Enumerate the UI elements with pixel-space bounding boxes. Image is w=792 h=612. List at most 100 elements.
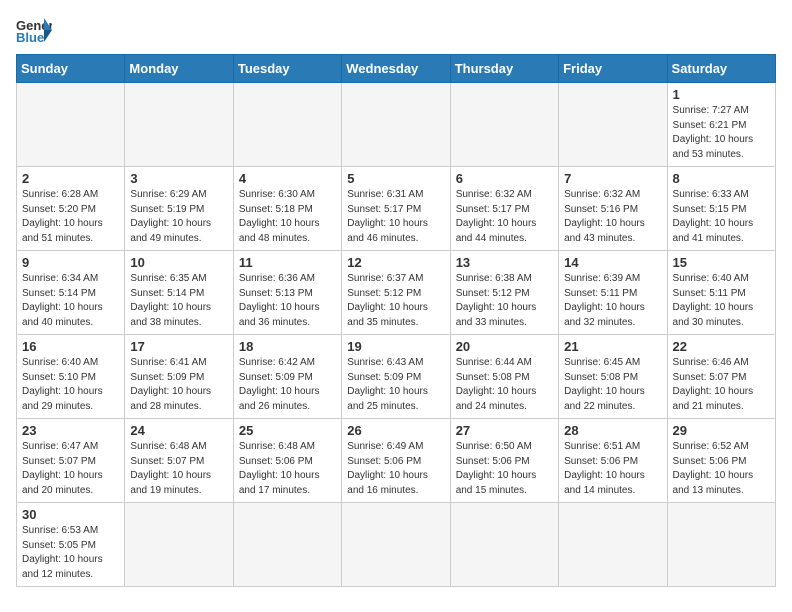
calendar-day-cell: 30 Sunrise: 6:53 AM Sunset: 5:05 PM Dayli… xyxy=(17,503,125,587)
day-number: 25 xyxy=(239,423,336,438)
day-number: 22 xyxy=(673,339,770,354)
day-info: Sunrise: 6:45 AM Sunset: 5:08 PM Dayligh… xyxy=(564,356,661,414)
day-info: Sunrise: 6:32 AM Sunset: 5:16 PM Dayligh… xyxy=(564,188,661,246)
day-info: Sunrise: 6:52 AM Sunset: 5:06 PM Dayligh… xyxy=(673,440,770,498)
day-number: 10 xyxy=(130,255,227,270)
calendar-week-row: 2Sunrise: 6:28 AM Sunset: 5:20 PM Daylig… xyxy=(17,167,776,251)
day-info: Sunrise: 6:33 AM Sunset: 5:15 PM Dayligh… xyxy=(673,188,770,246)
calendar-day-cell: 15 Sunrise: 6:40 AM Sunset: 5:11 PM Dayli… xyxy=(667,251,775,335)
weekday-header-thursday: Thursday xyxy=(450,55,558,83)
day-info: Sunrise: 6:31 AM Sunset: 5:17 PM Dayligh… xyxy=(347,188,444,246)
calendar-day-cell: 28 Sunrise: 6:51 AM Sunset: 5:06 PM Dayli… xyxy=(559,419,667,503)
day-info: Sunrise: 6:34 AM Sunset: 5:14 PM Dayligh… xyxy=(22,272,119,330)
day-number: 28 xyxy=(564,423,661,438)
day-number: 6 xyxy=(456,171,553,186)
calendar-day-cell: 12 Sunrise: 6:37 AM Sunset: 5:12 PM Dayli… xyxy=(342,251,450,335)
calendar-day-cell: 25 Sunrise: 6:48 AM Sunset: 5:06 PM Dayli… xyxy=(233,419,341,503)
day-number: 3 xyxy=(130,171,227,186)
day-number: 12 xyxy=(347,255,444,270)
calendar-day-cell: 6Sunrise: 6:32 AM Sunset: 5:17 PM Daylig… xyxy=(450,167,558,251)
calendar-day-cell: 4 Sunrise: 6:30 AM Sunset: 5:18 PM Daylig… xyxy=(233,167,341,251)
calendar-day-cell: 14 Sunrise: 6:39 AM Sunset: 5:11 PM Dayli… xyxy=(559,251,667,335)
day-info: Sunrise: 6:40 AM Sunset: 5:11 PM Dayligh… xyxy=(673,272,770,330)
day-number: 15 xyxy=(673,255,770,270)
calendar-day-cell: 18 Sunrise: 6:42 AM Sunset: 5:09 PM Dayli… xyxy=(233,335,341,419)
weekday-header-tuesday: Tuesday xyxy=(233,55,341,83)
calendar-day-cell: 21 Sunrise: 6:45 AM Sunset: 5:08 PM Dayli… xyxy=(559,335,667,419)
page-header: General Blue xyxy=(16,16,776,44)
calendar-day-cell: 29 Sunrise: 6:52 AM Sunset: 5:06 PM Dayli… xyxy=(667,419,775,503)
day-info: Sunrise: 6:51 AM Sunset: 5:06 PM Dayligh… xyxy=(564,440,661,498)
logo: General Blue xyxy=(16,16,52,44)
calendar-day-cell: 10 Sunrise: 6:35 AM Sunset: 5:14 PM Dayli… xyxy=(125,251,233,335)
calendar-day-cell: 5Sunrise: 6:31 AM Sunset: 5:17 PM Daylig… xyxy=(342,167,450,251)
weekday-header-row: SundayMondayTuesdayWednesdayThursdayFrid… xyxy=(17,55,776,83)
day-number: 13 xyxy=(456,255,553,270)
calendar-week-row: 23Sunrise: 6:47 AM Sunset: 5:07 PM Dayli… xyxy=(17,419,776,503)
calendar-day-cell: 3 Sunrise: 6:29 AM Sunset: 5:19 PM Daylig… xyxy=(125,167,233,251)
svg-text:Blue: Blue xyxy=(16,30,44,44)
day-info: Sunrise: 6:48 AM Sunset: 5:07 PM Dayligh… xyxy=(130,440,227,498)
weekday-header-monday: Monday xyxy=(125,55,233,83)
calendar-day-cell: 1 Sunrise: 7:27 AM Sunset: 6:21 PM Daylig… xyxy=(667,83,775,167)
calendar-day-cell: 22Sunrise: 6:46 AM Sunset: 5:07 PM Dayli… xyxy=(667,335,775,419)
day-info: Sunrise: 6:36 AM Sunset: 5:13 PM Dayligh… xyxy=(239,272,336,330)
day-number: 1 xyxy=(673,87,770,102)
day-info: Sunrise: 6:37 AM Sunset: 5:12 PM Dayligh… xyxy=(347,272,444,330)
day-info: Sunrise: 6:47 AM Sunset: 5:07 PM Dayligh… xyxy=(22,440,119,498)
calendar-day-cell: 13 Sunrise: 6:38 AM Sunset: 5:12 PM Dayli… xyxy=(450,251,558,335)
calendar-day-cell xyxy=(125,83,233,167)
day-info: Sunrise: 6:41 AM Sunset: 5:09 PM Dayligh… xyxy=(130,356,227,414)
day-number: 9 xyxy=(22,255,119,270)
day-number: 24 xyxy=(130,423,227,438)
calendar-day-cell xyxy=(559,503,667,587)
day-number: 30 xyxy=(22,507,119,522)
day-number: 14 xyxy=(564,255,661,270)
day-number: 8 xyxy=(673,171,770,186)
calendar-day-cell: 24 Sunrise: 6:48 AM Sunset: 5:07 PM Dayli… xyxy=(125,419,233,503)
day-info: Sunrise: 6:40 AM Sunset: 5:10 PM Dayligh… xyxy=(22,356,119,414)
calendar-week-row: 16 Sunrise: 6:40 AM Sunset: 5:10 PM Dayli… xyxy=(17,335,776,419)
day-info: Sunrise: 6:30 AM Sunset: 5:18 PM Dayligh… xyxy=(239,188,336,246)
day-number: 16 xyxy=(22,339,119,354)
generalblue-logo-icon: General Blue xyxy=(16,16,52,44)
calendar-day-cell xyxy=(125,503,233,587)
calendar-day-cell: 16 Sunrise: 6:40 AM Sunset: 5:10 PM Dayli… xyxy=(17,335,125,419)
day-info: Sunrise: 6:29 AM Sunset: 5:19 PM Dayligh… xyxy=(130,188,227,246)
day-number: 4 xyxy=(239,171,336,186)
calendar-day-cell xyxy=(450,503,558,587)
day-info: Sunrise: 6:48 AM Sunset: 5:06 PM Dayligh… xyxy=(239,440,336,498)
day-number: 11 xyxy=(239,255,336,270)
day-info: Sunrise: 6:42 AM Sunset: 5:09 PM Dayligh… xyxy=(239,356,336,414)
day-info: Sunrise: 6:38 AM Sunset: 5:12 PM Dayligh… xyxy=(456,272,553,330)
day-number: 26 xyxy=(347,423,444,438)
calendar-day-cell: 2Sunrise: 6:28 AM Sunset: 5:20 PM Daylig… xyxy=(17,167,125,251)
day-number: 2 xyxy=(22,171,119,186)
calendar-day-cell xyxy=(667,503,775,587)
day-info: Sunrise: 6:35 AM Sunset: 5:14 PM Dayligh… xyxy=(130,272,227,330)
calendar-day-cell: 26 Sunrise: 6:49 AM Sunset: 5:06 PM Dayli… xyxy=(342,419,450,503)
day-info: Sunrise: 6:49 AM Sunset: 5:06 PM Dayligh… xyxy=(347,440,444,498)
day-info: Sunrise: 6:43 AM Sunset: 5:09 PM Dayligh… xyxy=(347,356,444,414)
calendar-week-row: 30 Sunrise: 6:53 AM Sunset: 5:05 PM Dayli… xyxy=(17,503,776,587)
calendar-week-row: 1 Sunrise: 7:27 AM Sunset: 6:21 PM Daylig… xyxy=(17,83,776,167)
calendar-day-cell: 27Sunrise: 6:50 AM Sunset: 5:06 PM Dayli… xyxy=(450,419,558,503)
day-number: 17 xyxy=(130,339,227,354)
calendar-day-cell: 9 Sunrise: 6:34 AM Sunset: 5:14 PM Daylig… xyxy=(17,251,125,335)
calendar-day-cell: 19Sunrise: 6:43 AM Sunset: 5:09 PM Dayli… xyxy=(342,335,450,419)
day-info: Sunrise: 6:53 AM Sunset: 5:05 PM Dayligh… xyxy=(22,524,119,582)
day-number: 18 xyxy=(239,339,336,354)
day-number: 21 xyxy=(564,339,661,354)
day-number: 20 xyxy=(456,339,553,354)
calendar-day-cell xyxy=(342,503,450,587)
calendar-day-cell xyxy=(450,83,558,167)
day-number: 29 xyxy=(673,423,770,438)
calendar-day-cell xyxy=(17,83,125,167)
day-info: Sunrise: 6:39 AM Sunset: 5:11 PM Dayligh… xyxy=(564,272,661,330)
day-info: Sunrise: 6:50 AM Sunset: 5:06 PM Dayligh… xyxy=(456,440,553,498)
weekday-header-wednesday: Wednesday xyxy=(342,55,450,83)
day-number: 7 xyxy=(564,171,661,186)
day-info: Sunrise: 7:27 AM Sunset: 6:21 PM Dayligh… xyxy=(673,104,770,162)
calendar-day-cell: 17 Sunrise: 6:41 AM Sunset: 5:09 PM Dayli… xyxy=(125,335,233,419)
calendar-day-cell xyxy=(233,503,341,587)
